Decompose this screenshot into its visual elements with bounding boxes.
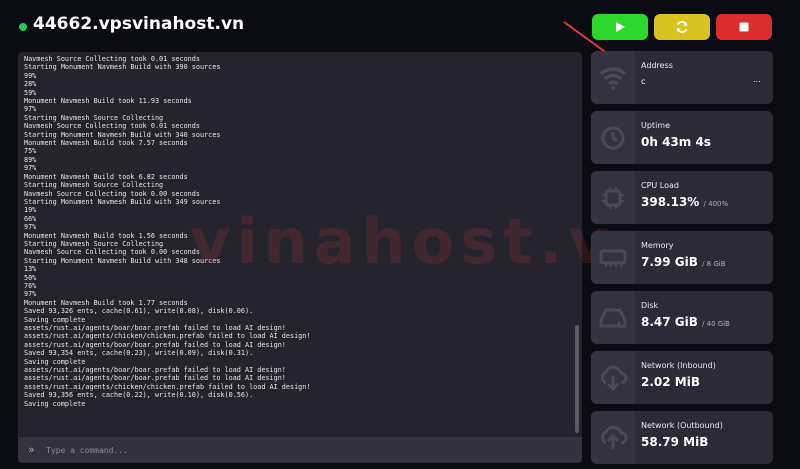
console-line: Starting Monument Navmesh Build with 348… [24,256,221,265]
clock-icon [601,126,625,149]
stop-button[interactable] [716,14,772,40]
disk-limit: / 40 GiB [702,320,730,328]
cpu-value: 398.13% / 400% [641,195,729,209]
console-line: 89% [24,155,37,164]
console-line: Starting Monument Navmesh Build with 390… [24,63,221,72]
address-card: Address c ... [591,51,773,104]
server-title: 44662.vpsvinahost.vn [33,14,245,34]
command-bar: » [18,437,582,463]
memory-value: 7.99 GiB / 8 GiB [641,255,726,269]
wifi-icon [599,66,627,90]
console-line: 28% [24,80,37,89]
console-line: 76% [24,281,37,290]
console-line: 13% [24,265,37,274]
console-line: Saving complete [24,357,86,366]
console-line: 97% [24,290,37,299]
cpu-label: CPU Load [641,181,679,190]
address-more[interactable]: ... [753,75,761,84]
status-indicator [19,23,27,31]
server-header: 44662.vpsvinahost.vn [0,0,800,52]
console-line: 97% [24,164,37,173]
console-line: 50% [24,273,37,282]
console-scrollbar[interactable] [575,325,579,433]
uptime-card: Uptime 0h 43m 4s [591,111,773,164]
cpu-icon [602,186,624,209]
restart-button[interactable] [654,14,710,40]
console-line: Starting Navmesh Source Collecting [24,113,164,122]
command-input[interactable] [46,441,566,459]
hdd-icon [599,308,627,327]
disk-card: Disk 8.47 GiB / 40 GiB [591,291,773,344]
console-line: assets/rust.ai/agents/boar/boar.prefab f… [24,366,286,375]
stop-icon [739,22,749,32]
console-line: Navmesh Source Collecting took 0.00 seco… [24,248,200,257]
network-outbound-value: 58.79 MiB [641,435,709,449]
memory-limit: / 8 GiB [702,260,726,268]
console-line: assets/rust.ai/agents/chicken/chicken.pr… [24,332,311,341]
console-line: 59% [24,88,37,97]
console-line: Saved 93,326 ents, cache(0.61), write(0.… [24,307,254,316]
memory-label: Memory [641,241,674,250]
prompt-chevron-icon: » [28,443,35,456]
cloud-upload-icon [600,425,628,449]
console-line: Navmesh Source Collecting took 0.01 seco… [24,55,200,63]
console-line: 75% [24,147,37,156]
network-outbound-card: Network (Outbound) 58.79 MiB [591,411,773,464]
console-line: assets/rust.ai/agents/chicken/chicken.pr… [24,382,311,391]
console-line: 66% [24,214,37,223]
console-line: Starting Navmesh Source Collecting [24,239,164,248]
console-log: Navmesh Source Collecting took 0.01 seco… [24,55,572,408]
console-line: Monument Navmesh Build took 1.56 seconds [24,231,188,240]
memory-icon [599,249,627,267]
console-line: Starting Monument Navmesh Build with 340… [24,130,221,139]
cloud-download-icon [600,365,628,391]
console-line: Monument Navmesh Build took 6.82 seconds [24,172,188,181]
console-line: Monument Navmesh Build took 11.93 second… [24,97,192,106]
console-line: assets/rust.ai/agents/boar/boar.prefab f… [24,324,286,332]
console-line: 97% [24,105,37,114]
console-line: Saved 93,356 ents, cache(0.22), write(0.… [24,391,254,400]
console-line: Saved 93,354 ents, cache(0.23), write(0.… [24,349,254,358]
console-line: 19% [24,206,37,215]
address-value[interactable]: c [641,77,645,86]
memory-card: Memory 7.99 GiB / 8 GiB [591,231,773,284]
uptime-label: Uptime [641,121,671,130]
uptime-value: 0h 43m 4s [641,135,711,149]
console-line: Navmesh Source Collecting took 0.00 seco… [24,189,200,198]
console-line: 97% [24,223,37,232]
console-line: Starting Monument Navmesh Build with 349… [24,197,221,206]
console-line: Navmesh Source Collecting took 0.01 seco… [24,122,200,131]
network-inbound-card: Network (Inbound) 2.02 MiB [591,351,773,404]
console-line: Starting Navmesh Source Collecting [24,181,164,190]
console-line: 99% [24,71,37,80]
console-line: Saving complete [24,399,86,408]
console-line: Saving complete [24,315,86,324]
console-line: assets/rust.ai/agents/boar/boar.prefab f… [24,340,286,349]
console-output[interactable]: Navmesh Source Collecting took 0.01 seco… [18,52,582,437]
cpu-card: CPU Load 398.13% / 400% [591,171,773,224]
console-line: Monument Navmesh Build took 7.57 seconds [24,139,188,148]
network-outbound-label: Network (Outbound) [641,421,723,430]
refresh-icon [676,21,688,33]
network-inbound-label: Network (Inbound) [641,361,716,370]
console-line: Monument Navmesh Build took 1.77 seconds [24,298,188,307]
cpu-limit: / 400% [703,200,729,208]
disk-value: 8.47 GiB / 40 GiB [641,315,730,329]
disk-label: Disk [641,301,659,310]
console-line: assets/rust.ai/agents/boar/boar.prefab f… [24,374,286,383]
address-label: Address [641,61,673,70]
network-inbound-value: 2.02 MiB [641,375,700,389]
